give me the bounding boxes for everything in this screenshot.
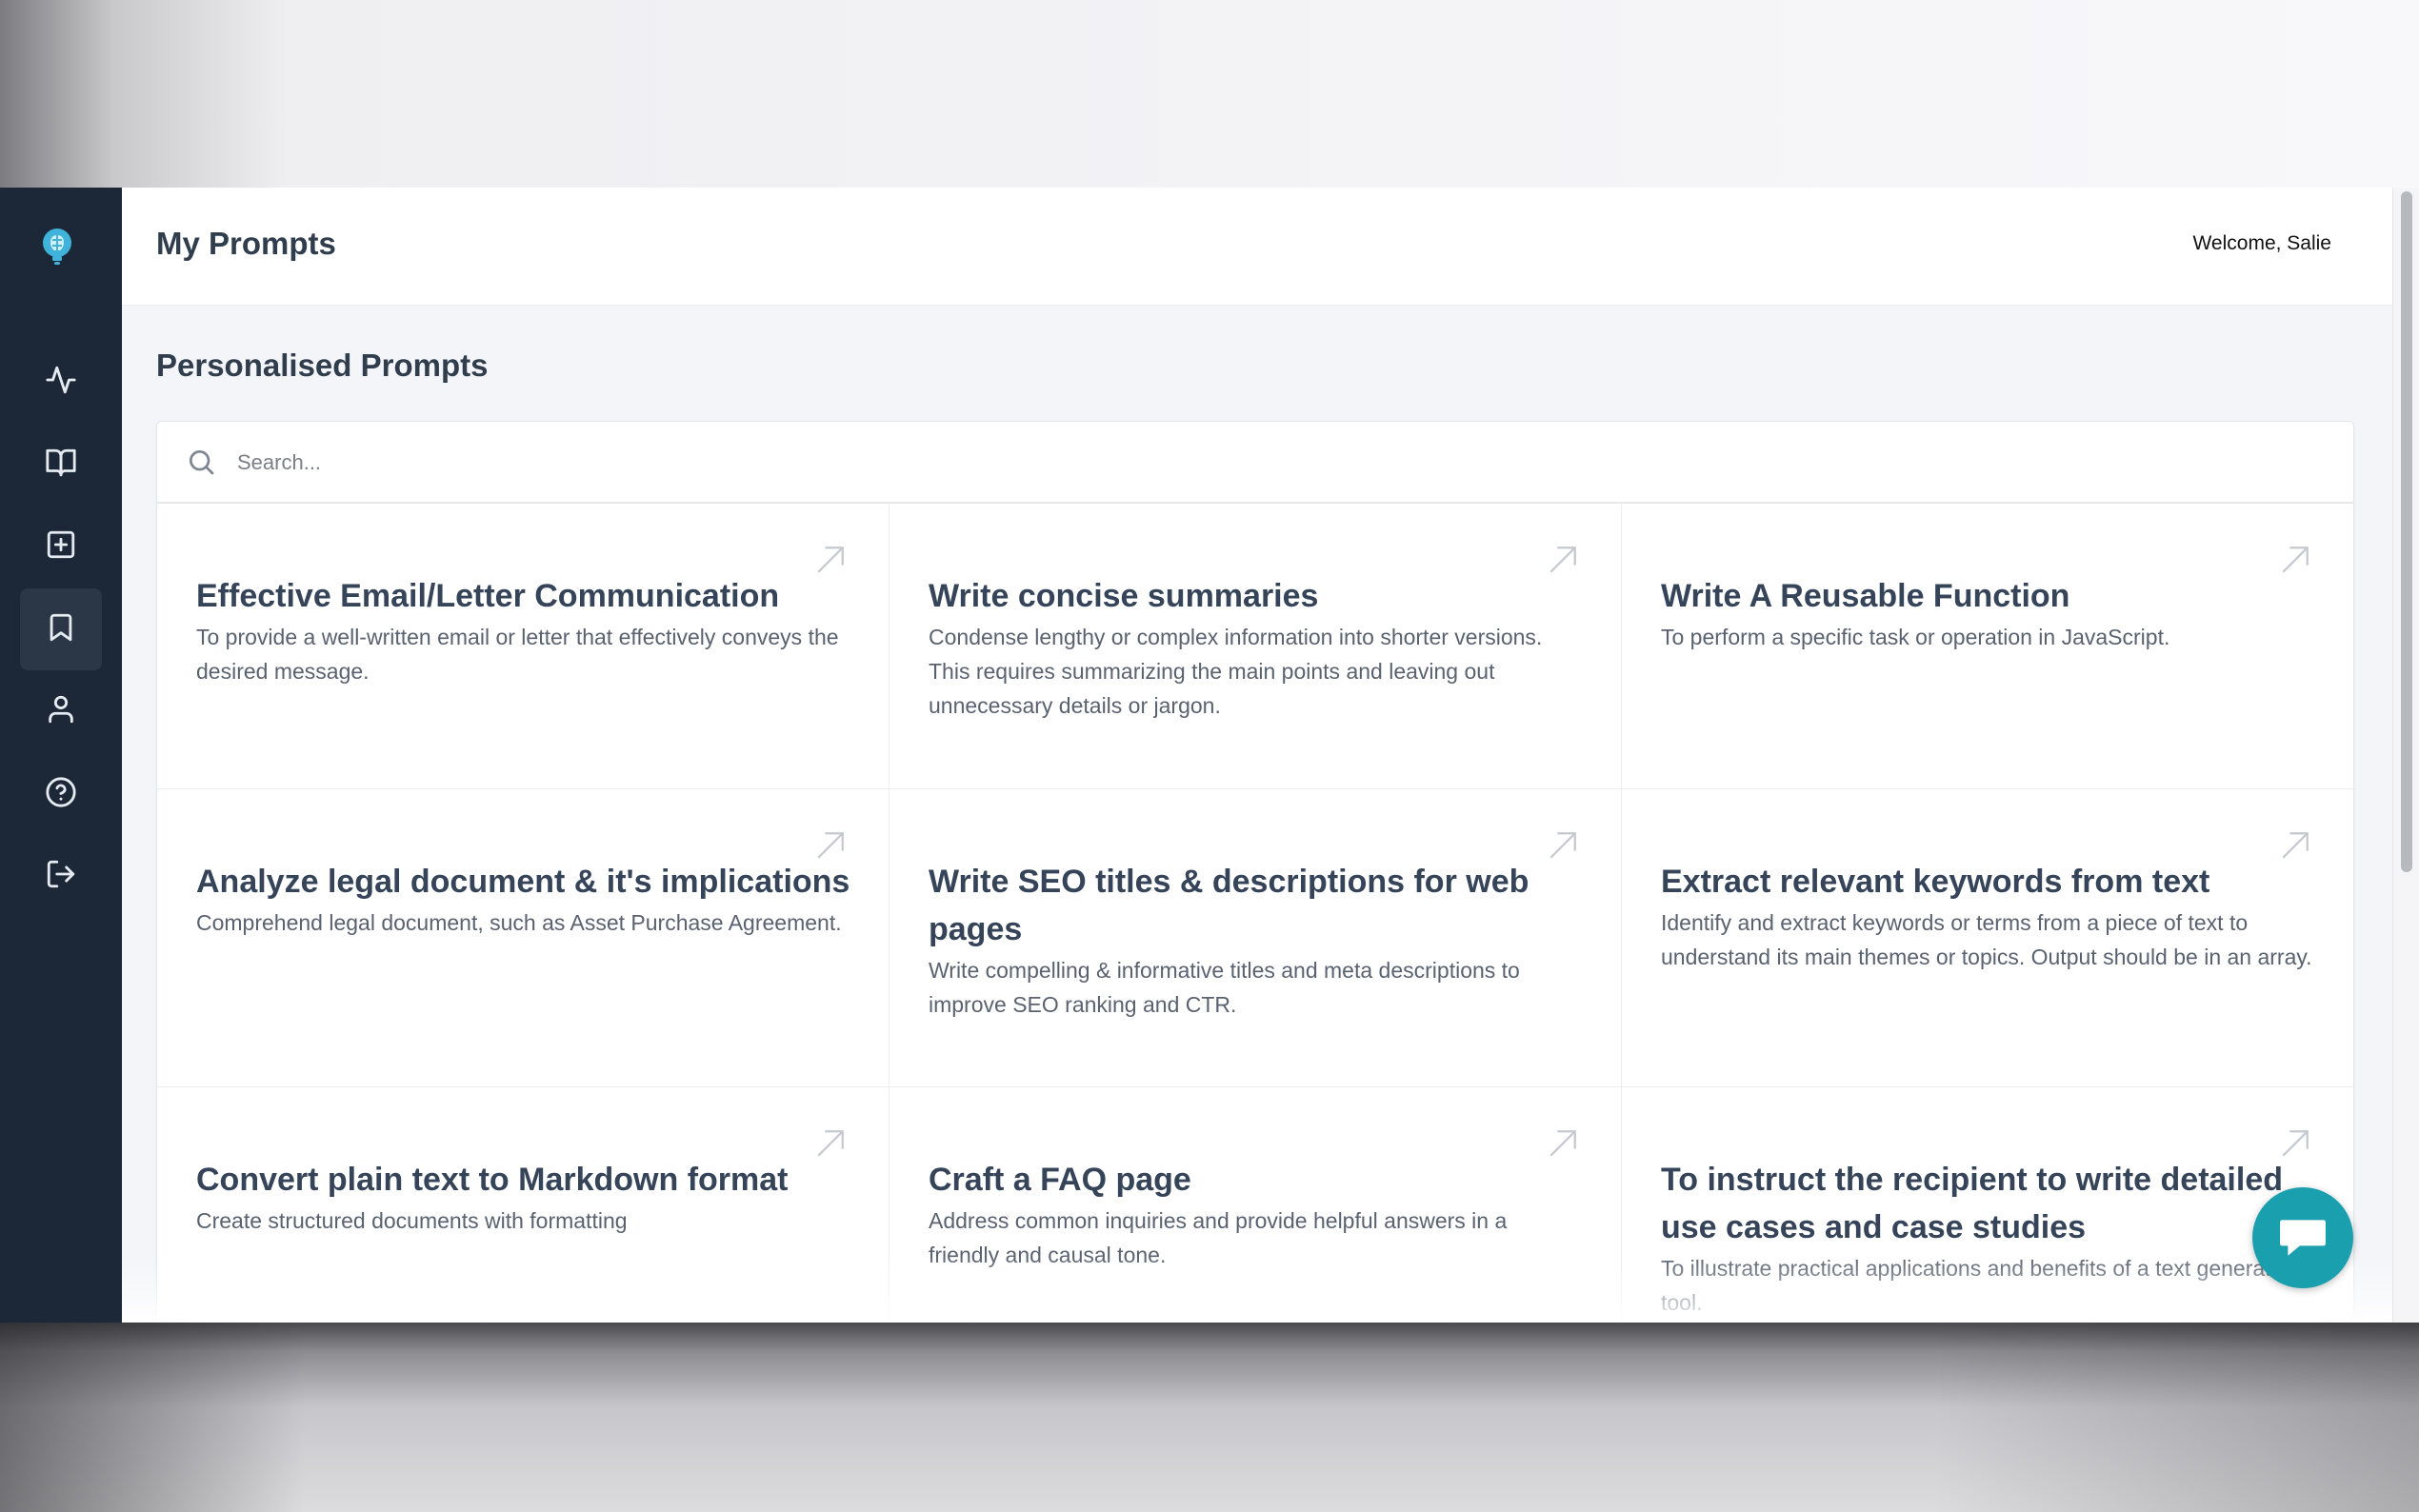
arrow-up-right-icon (2279, 544, 2311, 576)
card-description: To provide a well-written email or lette… (196, 625, 839, 684)
arrow-up-right-icon (814, 1127, 847, 1160)
card-title: Analyze legal document & it's implicatio… (196, 864, 850, 900)
user-icon (45, 693, 77, 730)
nav-help[interactable] (20, 753, 102, 835)
card-title: Write concise summaries (929, 578, 1319, 614)
main-content: My Prompts Welcome, Salie Personalised P… (122, 188, 2392, 1323)
prompts-panel: Effective Email/Letter Communication To … (156, 421, 2354, 1323)
plus-square-icon (45, 528, 77, 566)
brain-bulb-logo-icon[interactable] (38, 226, 76, 268)
card-title: Craft a FAQ page (929, 1162, 1191, 1198)
page-title: My Prompts (156, 226, 336, 261)
app-window: My Prompts Welcome, Salie Personalised P… (0, 188, 2419, 1323)
card-description: Identify and extract keywords or terms f… (1661, 910, 2312, 969)
arrow-up-right-icon (814, 829, 847, 862)
arrow-up-right-icon (2279, 829, 2311, 862)
arrow-up-right-icon (1547, 1127, 1579, 1160)
arrow-up-right-icon (1547, 829, 1579, 862)
card-description: Comprehend legal document, such as Asset… (196, 910, 842, 935)
arrow-up-right-icon (2279, 1127, 2311, 1160)
book-open-icon (45, 447, 77, 484)
search-input[interactable] (235, 439, 2315, 487)
card-description: Write compelling & informative titles an… (929, 958, 1520, 1017)
search-icon (186, 447, 216, 477)
background-bottom (0, 1323, 2419, 1512)
scrollbar-thumb[interactable] (2401, 191, 2412, 872)
prompt-card[interactable]: Convert plain text to Markdown format Cr… (157, 1087, 890, 1323)
section-title: Personalised Prompts (156, 348, 489, 383)
card-description: To illustrate practical applications and… (1661, 1256, 2301, 1315)
card-title: Convert plain text to Markdown format (196, 1162, 789, 1198)
arrow-up-right-icon (814, 544, 847, 576)
page-scrollbar[interactable] (2392, 188, 2419, 1323)
nav-activity[interactable] (20, 341, 102, 423)
prompt-card[interactable]: Effective Email/Letter Communication To … (157, 504, 890, 789)
top-header: My Prompts Welcome, Salie (122, 188, 2392, 306)
card-title: Write SEO titles & descriptions for web … (929, 864, 1529, 947)
nav-my-prompts[interactable] (20, 588, 102, 670)
card-title: Extract relevant keywords from text (1661, 864, 2210, 900)
card-title: Effective Email/Letter Communication (196, 578, 780, 614)
prompt-card[interactable]: Write A Reusable Function To perform a s… (1622, 504, 2353, 789)
prompt-card[interactable]: Write concise summaries Condense lengthy… (890, 504, 1622, 789)
welcome-message: Welcome, Salie (2192, 232, 2331, 254)
card-description: Condense lengthy or complex information … (929, 625, 1543, 718)
prompt-card[interactable]: Write SEO titles & descriptions for web … (890, 789, 1622, 1087)
card-title: Write A Reusable Function (1661, 578, 2070, 614)
card-title: To instruct the recipient to write detai… (1661, 1162, 2284, 1245)
logout-icon (45, 858, 77, 895)
prompt-card[interactable]: Craft a FAQ page Address common inquirie… (890, 1087, 1622, 1323)
nav-profile[interactable] (20, 670, 102, 752)
prompt-card[interactable]: Extract relevant keywords from text Iden… (1622, 789, 2353, 1087)
prompt-card[interactable]: Analyze legal document & it's implicatio… (157, 789, 890, 1087)
background-top (0, 0, 2419, 188)
chat-button[interactable] (2252, 1187, 2353, 1288)
sidebar (0, 188, 122, 1323)
activity-icon (45, 364, 77, 401)
card-description: To perform a specific task or operation … (1661, 625, 2170, 649)
chat-bubble-icon (2278, 1214, 2328, 1263)
bookmark-icon (45, 611, 77, 648)
card-description: Create structured documents with formatt… (196, 1208, 628, 1233)
prompt-card[interactable]: To instruct the recipient to write detai… (1622, 1087, 2353, 1323)
prompt-grid: Effective Email/Letter Communication To … (157, 504, 2353, 1323)
nav-create[interactable] (20, 506, 102, 587)
search-bar (157, 422, 2353, 504)
nav-library[interactable] (20, 424, 102, 506)
nav-logout[interactable] (20, 835, 102, 917)
help-circle-icon (45, 776, 77, 813)
card-description: Address common inquiries and provide hel… (929, 1208, 1508, 1267)
arrow-up-right-icon (1547, 544, 1579, 576)
